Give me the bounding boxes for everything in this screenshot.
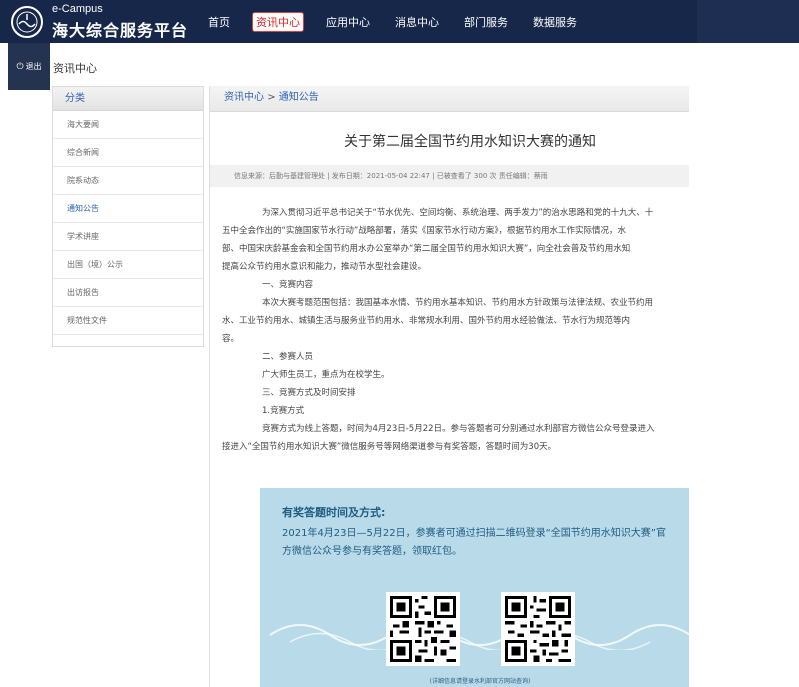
breadcrumb: 资讯中心 > 通知公告 <box>210 86 689 112</box>
wave-decoration-icon <box>269 624 689 650</box>
sidebar-item-notices[interactable]: 通知公告 <box>53 195 203 223</box>
sidebar-item-regulations[interactable]: 规范性文件 <box>53 307 203 335</box>
article-body: 为深入贯彻习近平总书记关于“节水优先、空间均衡、系统治理、两手发力”的治水思路和… <box>222 204 689 456</box>
brand[interactable]: e-Campus 海大综合服务平台 <box>10 3 187 41</box>
article-title: 关于第二届全国节约用水知识大赛的通知 <box>344 134 596 150</box>
article-meta: 信息来源：后勤与基建管理处 | 发布日期：2021-05-04 22:47 | … <box>210 165 689 187</box>
paragraph: 水、工业节约用水、城镇生活与服务业节约用水、非常规水利用、国外节约用水经验做法、… <box>222 316 631 326</box>
qr-code-left-icon <box>386 592 460 666</box>
logout-button[interactable]: ⏻ 退出 <box>8 43 50 90</box>
sidebar-item-lectures[interactable]: 学术讲座 <box>53 223 203 251</box>
logout-label: 退出 <box>25 62 42 71</box>
article-panel: 资讯中心 > 通知公告 关于第二届全国节约用水知识大赛的通知 信息来源：后勤与基… <box>209 86 689 687</box>
paragraph: 广大师生员工，重点为在校学生。 <box>262 370 390 380</box>
sidebar-item-abroad-notice[interactable]: 出国（境）公示 <box>53 251 203 279</box>
paragraph: 本次大赛考题范围包括：我国基本水情、节约用水基本知识、节约用水方针政策与法律法规… <box>262 298 654 308</box>
right-blank-area <box>689 86 799 687</box>
page-label: 资讯中心 <box>53 62 97 75</box>
nav-app-center[interactable]: 应用中心 <box>323 13 373 31</box>
sidebar-item-hainan-news[interactable]: 海大要闻 <box>53 111 203 139</box>
paragraph: 容。 <box>222 334 240 344</box>
sidebar-item-college-news[interactable]: 院系动态 <box>53 167 203 195</box>
power-icon: ⏻ <box>16 61 24 72</box>
brand-en: e-Campus <box>52 3 103 15</box>
nav-news-center[interactable]: 资讯中心 <box>252 11 304 32</box>
school-logo-icon <box>11 6 43 38</box>
paragraph: 为深入贯彻习近平总书记关于“节水优先、空间均衡、系统治理、两手发力”的治水思路和… <box>262 208 654 218</box>
nav-data-service[interactable]: 数据服务 <box>530 13 580 31</box>
contest-poster: 有奖答题时间及方式: 2021年4月23日—5月22日，参赛者可通过扫描二维码登… <box>260 488 689 687</box>
poster-line: 方微信公众号参与有奖答题，领取红包。 <box>282 546 462 557</box>
nav-department-service[interactable]: 部门服务 <box>461 13 511 31</box>
top-right-panel <box>697 0 799 43</box>
poster-heading: 有奖答题时间及方式: <box>282 506 386 519</box>
sidebar-item-visit-reports[interactable]: 出访报告 <box>53 279 203 307</box>
poster-text: 2021年4月23日—5月22日，参赛者可通过扫描二维码登录“全国节约用水知识大… <box>282 525 666 561</box>
paragraph: 接进入“全国节约用水知识大赛”微信服务号等网络渠道参与有奖答题，答题时间为30天… <box>222 442 557 452</box>
top-bar: e-Campus 海大综合服务平台 首页 资讯中心 应用中心 消息中心 部门服务… <box>0 0 799 43</box>
sidebar-heading: 分类 <box>53 87 203 111</box>
poster-note: (详细信息请登录水利部官方网站查询) <box>429 678 531 685</box>
qr-code-right-icon <box>501 592 575 666</box>
nav-message-center[interactable]: 消息中心 <box>392 13 442 31</box>
section-heading: 一、竞赛内容 <box>262 280 314 290</box>
sidebar-item-general-news[interactable]: 综合新闻 <box>53 139 203 167</box>
main-nav: 首页 资讯中心 应用中心 消息中心 部门服务 数据服务 <box>205 0 599 43</box>
section-heading: 三、竞赛方式及时间安排 <box>262 388 356 398</box>
brand-cn: 海大综合服务平台 <box>52 21 189 40</box>
paragraph: 提高公众节约用水意识和能力，推动节水型社会建设。 <box>222 262 427 272</box>
breadcrumb-root[interactable]: 资讯中心 <box>224 92 264 103</box>
category-sidebar: 分类 海大要闻 综合新闻 院系动态 通知公告 学术讲座 出国（境）公示 出访报告… <box>52 86 204 347</box>
paragraph: 部、中国宋庆龄基金会和全国节约用水办公室举办“第二届全国节约用水知识大赛”，向全… <box>222 244 631 254</box>
paragraph: 竞赛方式为线上答题，时间为4月23日-5月22日。参与答题者可分别通过水利部官方… <box>262 424 655 434</box>
paragraph: 五中全会作出的“实施国家节水行动”战略部署，落实《国家节水行动方案》，根据节约用… <box>222 226 627 236</box>
section-heading: 二、参赛人员 <box>262 352 314 362</box>
breadcrumb-separator: > <box>267 92 276 103</box>
poster-line: 2021年4月23日—5月22日，参赛者可通过扫描二维码登录“全国节约用水知识大… <box>282 528 666 539</box>
breadcrumb-current[interactable]: 通知公告 <box>279 92 319 103</box>
nav-home[interactable]: 首页 <box>205 13 233 31</box>
sub-heading: 1.竞赛方式 <box>262 406 305 416</box>
